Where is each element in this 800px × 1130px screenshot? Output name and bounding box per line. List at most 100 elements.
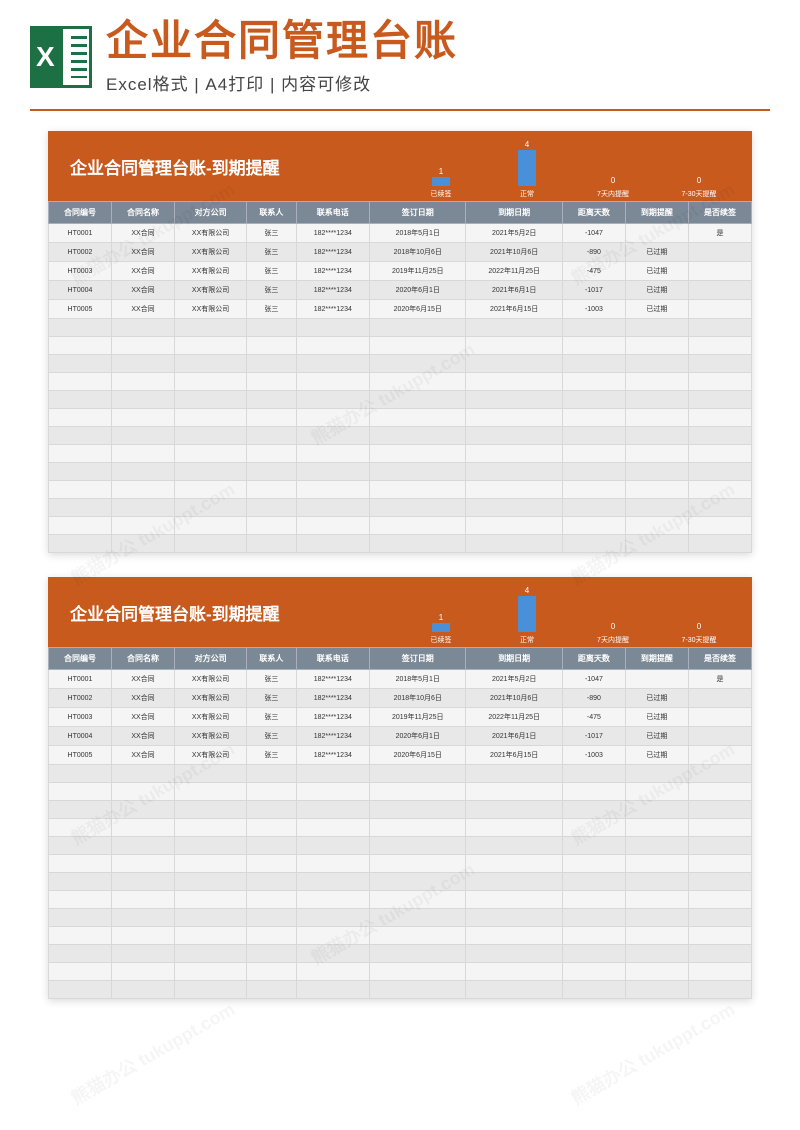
chart-bar: 07天内提醒 — [570, 622, 656, 647]
table-cell: -1017 — [562, 281, 625, 300]
sheet-title: 企业合同管理台账-到期提醒 — [48, 577, 388, 647]
table-cell: HT0004 — [49, 727, 112, 746]
table-cell: HT0004 — [49, 281, 112, 300]
table-row-empty — [49, 855, 752, 873]
contract-table: 合同编号合同名称对方公司联系人联系电话签订日期到期日期距离天数到期提醒是否续签H… — [48, 647, 752, 999]
table-row: HT0001XX合同XX有限公司张三182****12342018年5月1日20… — [49, 224, 752, 243]
table-cell: 张三 — [247, 746, 296, 765]
table-cell: HT0005 — [49, 746, 112, 765]
table-cell: XX有限公司 — [175, 670, 247, 689]
table-cell — [688, 689, 751, 708]
table-cell: XX有限公司 — [175, 262, 247, 281]
table-cell: HT0001 — [49, 224, 112, 243]
table-cell: 张三 — [247, 708, 296, 727]
table-cell: XX合同 — [112, 300, 175, 319]
table-cell: HT0002 — [49, 243, 112, 262]
table-row-empty — [49, 535, 752, 553]
spreadsheet-preview-2: 企业合同管理台账-到期提醒1已续签4正常07天内提醒07-30天提醒合同编号合同… — [48, 577, 752, 999]
table-row: HT0005XX合同XX有限公司张三182****12342020年6月15日2… — [49, 746, 752, 765]
table-cell: XX有限公司 — [175, 727, 247, 746]
column-header: 是否续签 — [688, 648, 751, 670]
spreadsheet-preview-1: 企业合同管理台账-到期提醒1已续签4正常07天内提醒07-30天提醒合同编号合同… — [48, 131, 752, 553]
table-row-empty — [49, 517, 752, 535]
table-cell: 2021年6月15日 — [466, 746, 562, 765]
table-row-empty — [49, 499, 752, 517]
table-row-empty — [49, 409, 752, 427]
table-row-empty — [49, 963, 752, 981]
table-cell: -1047 — [562, 670, 625, 689]
table-cell: XX合同 — [112, 689, 175, 708]
table-row: HT0004XX合同XX有限公司张三182****12342020年6月1日20… — [49, 727, 752, 746]
table-cell: 2020年6月1日 — [370, 281, 466, 300]
chart-bar: 07天内提醒 — [570, 176, 656, 201]
table-row-empty — [49, 319, 752, 337]
column-header: 合同名称 — [112, 202, 175, 224]
column-header: 到期日期 — [466, 202, 562, 224]
table-row-empty — [49, 337, 752, 355]
table-cell: 2022年11月25日 — [466, 708, 562, 727]
column-header: 联系电话 — [296, 648, 370, 670]
chart-bar: 1已续签 — [398, 613, 484, 647]
table-cell: HT0005 — [49, 300, 112, 319]
table-cell: 已过期 — [625, 262, 688, 281]
table-cell: XX有限公司 — [175, 708, 247, 727]
table-row: HT0004XX合同XX有限公司张三182****12342020年6月1日20… — [49, 281, 752, 300]
table-cell: HT0002 — [49, 689, 112, 708]
table-cell: XX合同 — [112, 224, 175, 243]
table-cell: 已过期 — [625, 727, 688, 746]
column-header: 到期提醒 — [625, 202, 688, 224]
table-cell: XX合同 — [112, 670, 175, 689]
table-row-empty — [49, 463, 752, 481]
page-header: X 企业合同管理台账 Excel格式 | A4打印 | 内容可修改 — [0, 0, 800, 103]
table-cell: HT0003 — [49, 708, 112, 727]
table-cell: -1003 — [562, 746, 625, 765]
column-header: 距离天数 — [562, 648, 625, 670]
table-row: HT0005XX合同XX有限公司张三182****12342020年6月15日2… — [49, 300, 752, 319]
table-row-empty — [49, 373, 752, 391]
table-cell: 182****1234 — [296, 243, 370, 262]
table-cell: 182****1234 — [296, 300, 370, 319]
table-cell: 张三 — [247, 670, 296, 689]
table-cell — [688, 300, 751, 319]
table-cell: 2021年6月15日 — [466, 300, 562, 319]
table-cell: 2018年10月6日 — [370, 243, 466, 262]
column-header: 合同编号 — [49, 648, 112, 670]
table-cell — [688, 243, 751, 262]
table-cell: 2021年5月2日 — [466, 224, 562, 243]
table-cell: 2020年6月15日 — [370, 746, 466, 765]
column-header: 签订日期 — [370, 202, 466, 224]
table-cell: 2019年11月25日 — [370, 708, 466, 727]
table-cell: XX有限公司 — [175, 243, 247, 262]
table-row-empty — [49, 981, 752, 999]
table-cell: 是 — [688, 670, 751, 689]
table-row-empty — [49, 819, 752, 837]
table-cell: 已过期 — [625, 708, 688, 727]
chart-bar: 1已续签 — [398, 167, 484, 201]
table-row-empty — [49, 481, 752, 499]
chart-bar: 4正常 — [484, 586, 570, 647]
table-cell: 2021年6月1日 — [466, 727, 562, 746]
table-cell: 张三 — [247, 300, 296, 319]
table-cell: 2021年5月2日 — [466, 670, 562, 689]
excel-icon-letter: X — [36, 41, 55, 73]
table-row-empty — [49, 765, 752, 783]
column-header: 合同编号 — [49, 202, 112, 224]
table-cell: XX合同 — [112, 262, 175, 281]
sheet-title: 企业合同管理台账-到期提醒 — [48, 131, 388, 201]
table-cell — [688, 708, 751, 727]
table-row-empty — [49, 891, 752, 909]
table-cell: 张三 — [247, 262, 296, 281]
table-cell: XX有限公司 — [175, 224, 247, 243]
table-row-empty — [49, 445, 752, 463]
table-row: HT0003XX合同XX有限公司张三182****12342019年11月25日… — [49, 262, 752, 281]
title-block: 企业合同管理台账 Excel格式 | A4打印 | 内容可修改 — [106, 18, 770, 95]
excel-icon: X — [30, 26, 92, 88]
table-cell: XX有限公司 — [175, 300, 247, 319]
table-row: HT0001XX合同XX有限公司张三182****12342018年5月1日20… — [49, 670, 752, 689]
table-row: HT0002XX合同XX有限公司张三182****12342018年10月6日2… — [49, 689, 752, 708]
table-cell: -1017 — [562, 727, 625, 746]
table-cell: 2018年5月1日 — [370, 670, 466, 689]
table-cell: 已过期 — [625, 746, 688, 765]
table-cell: -475 — [562, 708, 625, 727]
table-cell: 182****1234 — [296, 689, 370, 708]
